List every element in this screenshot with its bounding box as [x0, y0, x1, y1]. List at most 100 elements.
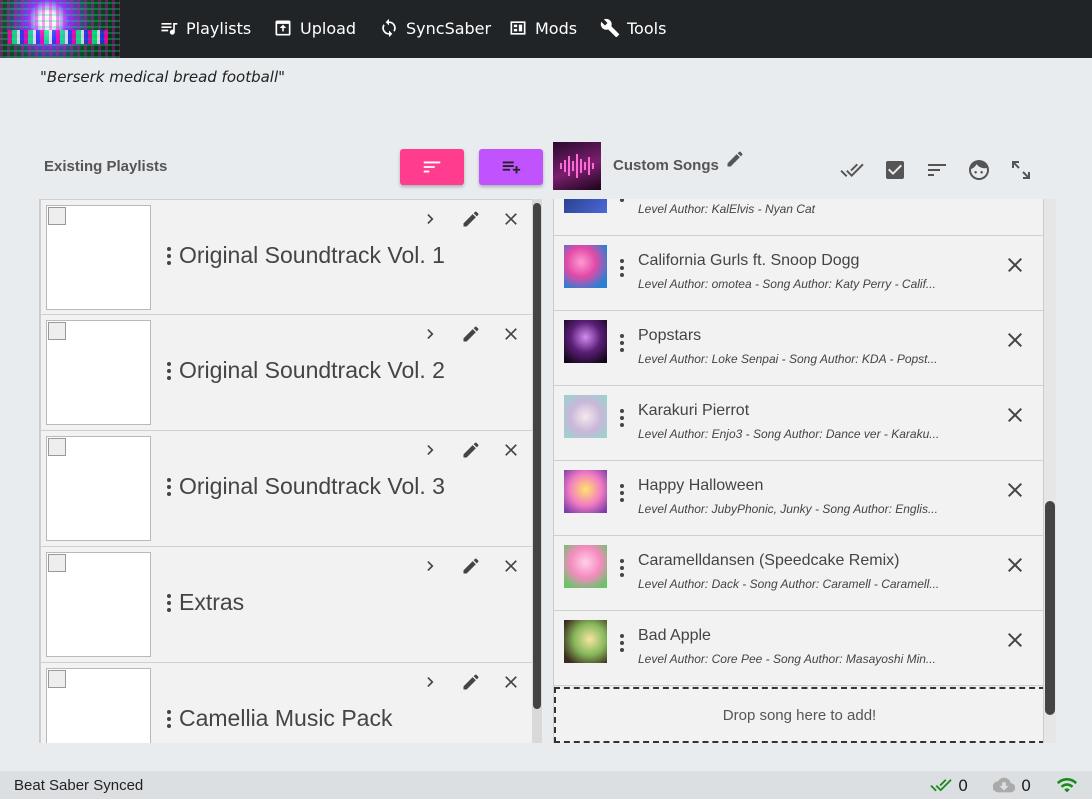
- song-cover-image: [564, 470, 607, 513]
- remove-song-button[interactable]: [1003, 253, 1027, 277]
- song-title: Bad Apple: [638, 627, 711, 644]
- remove-song-button[interactable]: [1003, 328, 1027, 352]
- remove-song-button[interactable]: [1003, 628, 1027, 652]
- expand-button[interactable]: [1009, 158, 1033, 182]
- song-item[interactable]: Happy Halloween Level Author: JubyPhonic…: [554, 461, 1043, 536]
- delete-playlist-button[interactable]: [500, 671, 522, 693]
- nav-upload[interactable]: Upload: [273, 15, 356, 41]
- connection-status: [1056, 774, 1078, 796]
- nav-playlists[interactable]: Playlists: [159, 15, 251, 41]
- song-item[interactable]: Caramelldansen (Speedcake Remix) Level A…: [554, 536, 1043, 611]
- download-count-value: 0: [1021, 775, 1032, 795]
- nav-syncsaber-label: SyncSaber: [406, 18, 492, 38]
- drag-handle-icon[interactable]: [167, 593, 173, 612]
- song-item[interactable]: Level Author: KalElvis - Nyan Cat: [554, 199, 1043, 236]
- song-item[interactable]: Bad Apple Level Author: Core Pee - Song …: [554, 611, 1043, 686]
- upload-icon: [275, 20, 291, 36]
- delete-playlist-button[interactable]: [500, 439, 522, 461]
- scrollbar-thumb[interactable]: [533, 203, 541, 709]
- song-item[interactable]: Karakuri Pierrot Level Author: Enjo3 - S…: [554, 386, 1043, 461]
- check-button[interactable]: [883, 158, 907, 182]
- edit-playlist-button[interactable]: [460, 671, 482, 693]
- open-playlist-button[interactable]: [420, 555, 442, 577]
- scrollbar-thumb[interactable]: [1045, 501, 1055, 715]
- drag-handle-icon[interactable]: [620, 634, 626, 652]
- edit-playlist-button[interactable]: [460, 555, 482, 577]
- song-cover-image: [564, 320, 607, 363]
- song-cover-image: [564, 395, 607, 438]
- remove-song-button[interactable]: [1003, 478, 1027, 502]
- status-bar: Beat Saber Synced 0 0: [0, 771, 1092, 799]
- drag-handle-icon[interactable]: [620, 484, 626, 502]
- open-playlist-button[interactable]: [420, 439, 442, 461]
- playlist-add-icon: [502, 161, 521, 174]
- playlist-item[interactable]: Original Soundtrack Vol. 2: [40, 315, 532, 431]
- song-item[interactable]: Popstars Level Author: Loke Senpai - Son…: [554, 311, 1043, 386]
- nav-tools[interactable]: Tools: [600, 15, 666, 41]
- pencil-icon: [463, 674, 479, 690]
- song-author-info: Level Author: Enjo3 - Song Author: Dance…: [638, 427, 940, 441]
- mods-icon: [510, 21, 526, 35]
- close-icon: [1008, 483, 1022, 497]
- existing-playlists-title: Existing Playlists: [44, 158, 168, 175]
- add-playlist-button[interactable]: [479, 149, 543, 185]
- sort-icon: [928, 164, 946, 176]
- playlist-songs-list[interactable]: Level Author: KalElvis - Nyan Cat Califo…: [553, 199, 1044, 743]
- playlist-item[interactable]: Extras: [40, 547, 532, 663]
- delete-playlist-button[interactable]: [500, 555, 522, 577]
- song-author-info: Level Author: omotea - Song Author: Katy…: [638, 277, 936, 291]
- drag-handle-icon[interactable]: [167, 709, 173, 728]
- sort-songs-button[interactable]: [925, 158, 949, 182]
- close-icon: [505, 328, 517, 340]
- sort-playlists-button[interactable]: [400, 149, 464, 185]
- drag-handle-icon[interactable]: [620, 559, 626, 577]
- checkbox-icon: [886, 161, 904, 179]
- remove-song-button[interactable]: [1003, 553, 1027, 577]
- song-drop-zone[interactable]: Drop song here to add!: [554, 687, 1043, 743]
- edit-current-playlist-button[interactable]: [725, 149, 747, 171]
- delete-playlist-button[interactable]: [500, 323, 522, 345]
- playlist-title: Original Soundtrack Vol. 1: [179, 242, 445, 268]
- synced-count-value: 0: [958, 775, 969, 795]
- nav-upload-label: Upload: [300, 18, 357, 38]
- song-item[interactable]: California Gurls ft. Snoop Dogg Level Au…: [554, 236, 1043, 311]
- sync-status-text: Beat Saber Synced: [14, 777, 144, 794]
- open-playlist-button[interactable]: [420, 323, 442, 345]
- edit-playlist-button[interactable]: [460, 323, 482, 345]
- close-icon: [505, 444, 517, 456]
- close-icon: [505, 676, 517, 688]
- delete-playlist-button[interactable]: [500, 208, 522, 230]
- random-quote: "Berserk medical bread football": [40, 68, 286, 86]
- playlist-item[interactable]: Original Soundtrack Vol. 1: [40, 199, 532, 315]
- song-author-info: Level Author: Core Pee - Song Author: Ma…: [638, 652, 936, 666]
- drag-handle-icon[interactable]: [167, 477, 173, 496]
- playlist-cover-image: [46, 668, 151, 743]
- song-title: Caramelldansen (Speedcake Remix): [638, 552, 900, 569]
- app-logo[interactable]: [0, 0, 120, 58]
- existing-playlists-list[interactable]: Original Soundtrack Vol. 1 Original Soun…: [39, 199, 532, 743]
- sync-icon: [382, 18, 396, 38]
- close-icon: [1008, 633, 1022, 647]
- face-button[interactable]: [967, 158, 991, 182]
- open-playlist-button[interactable]: [420, 208, 442, 230]
- wifi-icon: [1056, 778, 1078, 793]
- open-playlist-button[interactable]: [420, 671, 442, 693]
- drag-handle-icon[interactable]: [620, 409, 626, 427]
- select-all-button[interactable]: [840, 158, 864, 182]
- drag-handle-icon[interactable]: [620, 259, 626, 277]
- edit-playlist-button[interactable]: [460, 208, 482, 230]
- playlist-item[interactable]: Original Soundtrack Vol. 3: [40, 431, 532, 547]
- nav-mods[interactable]: Mods: [508, 15, 577, 41]
- song-title: Popstars: [638, 327, 702, 344]
- drag-handle-icon[interactable]: [620, 334, 626, 352]
- playlist-item[interactable]: Camellia Music Pack: [40, 663, 532, 743]
- playlists-scrollbar[interactable]: [532, 199, 542, 743]
- songs-scrollbar[interactable]: [1044, 199, 1056, 743]
- drag-handle-icon[interactable]: [620, 199, 626, 202]
- drag-handle-icon[interactable]: [167, 361, 173, 380]
- drag-handle-icon[interactable]: [167, 246, 173, 265]
- pencil-icon: [727, 151, 743, 167]
- edit-playlist-button[interactable]: [460, 439, 482, 461]
- remove-song-button[interactable]: [1003, 403, 1027, 427]
- nav-syncsaber[interactable]: SyncSaber: [379, 15, 491, 41]
